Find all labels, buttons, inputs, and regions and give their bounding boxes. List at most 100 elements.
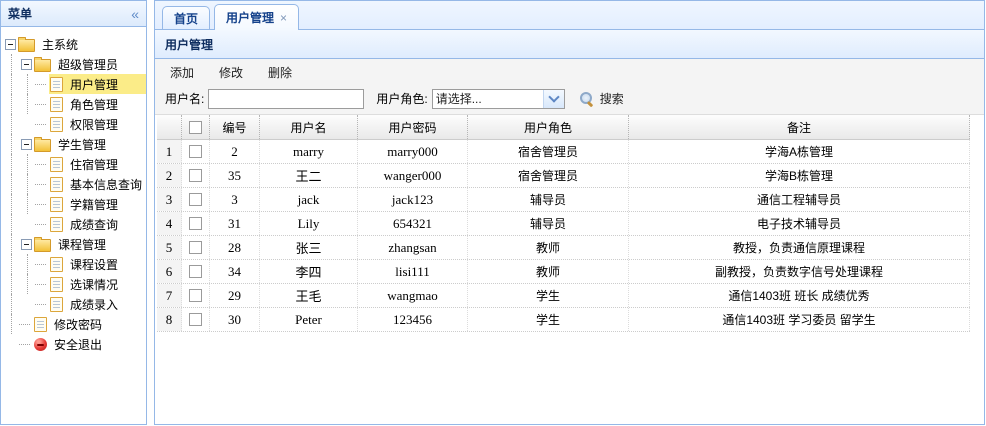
tree-connector [33, 254, 49, 274]
table-row[interactable]: 5 28 张三 zhangsan 教师 教授，负责通信原理课程 [157, 236, 970, 260]
table-row[interactable]: 6 34 李四 lisi111 教师 副教授，负责数字信号处理课程 [157, 260, 970, 284]
sidebar-item[interactable]: 学生管理 [1, 134, 146, 154]
document-icon [34, 316, 47, 332]
username-cell: jack [260, 188, 358, 211]
collapse-panel-icon[interactable]: « [131, 7, 139, 21]
sidebar-item[interactable]: 成绩录入 [1, 294, 146, 314]
select-all-checkbox[interactable] [189, 120, 202, 134]
tree-collapse-icon[interactable] [21, 239, 32, 250]
sidebar-item[interactable]: 安全退出 [1, 334, 146, 354]
column-header-role[interactable]: 用户角色 [468, 115, 629, 139]
tab-close-icon[interactable]: × [280, 12, 287, 24]
remark-cell: 学海A栋管理 [629, 140, 970, 163]
sidebar-item[interactable]: 学籍管理 [1, 194, 146, 214]
sidebar-item[interactable]: 超级管理员 [1, 54, 146, 74]
role-cell: 宿舍管理员 [468, 140, 629, 163]
sidebar-item[interactable]: 基本信息查询 [1, 174, 146, 194]
row-checkbox[interactable] [189, 313, 202, 326]
sidebar-item-label: 安全退出 [54, 337, 103, 352]
row-checkbox[interactable] [189, 145, 202, 158]
sidebar-item-selected[interactable]: 用户管理 [1, 74, 146, 94]
sidebar-item[interactable]: 权限管理 [1, 114, 146, 134]
row-checkbox[interactable] [189, 265, 202, 278]
tree-indent [1, 294, 17, 314]
document-icon [50, 156, 63, 172]
document-icon [50, 196, 63, 212]
row-checkbox[interactable] [189, 217, 202, 230]
sidebar-item-body: 超级管理员 [33, 54, 146, 74]
main-panel: 首页 用户管理 × 用户管理 添加 修改 删除 用户名: 用户角色: 请选择..… [154, 0, 985, 425]
rownum-cell: 2 [157, 164, 182, 187]
row-checkbox[interactable] [189, 289, 202, 302]
chevron-down-icon[interactable] [542, 89, 564, 108]
row-checkbox[interactable] [189, 193, 202, 206]
tree-collapse-icon[interactable] [5, 39, 16, 50]
tree-connector [33, 194, 49, 214]
password-cell: lisi111 [358, 260, 468, 283]
sidebar-item-body: 学生管理 [33, 134, 146, 154]
remark-cell: 电子技术辅导员 [629, 212, 970, 235]
search-bar: 用户名: 用户角色: 搜索 [155, 85, 984, 114]
role-cell: 学生 [468, 308, 629, 331]
column-header-username[interactable]: 用户名 [260, 115, 358, 139]
sidebar-item[interactable]: 修改密码 [1, 314, 146, 334]
role-cell: 教师 [468, 236, 629, 259]
password-cell: wangmao [358, 284, 468, 307]
sidebar-item[interactable]: 课程管理 [1, 234, 146, 254]
row-checkbox[interactable] [189, 241, 202, 254]
table-row[interactable]: 7 29 王毛 wangmao 学生 通信1403班 班长 成绩优秀 [157, 284, 970, 308]
remark-cell: 教授，负责通信原理课程 [629, 236, 970, 259]
checkbox-cell [182, 164, 210, 187]
checkbox-cell [182, 188, 210, 211]
tree-connector [33, 294, 49, 314]
table-row[interactable]: 1 2 marry marry000 宿舍管理员 学海A栋管理 [157, 140, 970, 164]
column-header-remark[interactable]: 备注 [629, 115, 970, 139]
column-header-password[interactable]: 用户密码 [358, 115, 468, 139]
search-button[interactable]: 搜索 [579, 90, 624, 107]
table-row[interactable]: 3 3 jack jack123 辅导员 通信工程辅导员 [157, 188, 970, 212]
username-input[interactable] [208, 88, 365, 109]
sidebar-item-label: 选课情况 [70, 277, 119, 292]
tab-user-management[interactable]: 用户管理 × [214, 4, 300, 30]
role-combobox[interactable] [431, 88, 565, 109]
sidebar-item[interactable]: 课程设置 [1, 254, 146, 274]
rownum-cell: 3 [157, 188, 182, 211]
add-button[interactable]: 添加 [167, 62, 197, 83]
username-cell: Peter [260, 308, 358, 331]
sidebar-item[interactable]: 选课情况 [1, 274, 146, 294]
tree-connector [17, 334, 33, 354]
tree-collapse-icon[interactable] [21, 59, 32, 70]
tab-home[interactable]: 首页 [162, 6, 211, 29]
tree-indent [1, 54, 17, 74]
column-header-id[interactable]: 编号 [210, 115, 260, 139]
edit-button[interactable]: 修改 [216, 62, 246, 83]
document-icon [50, 276, 63, 292]
sidebar-item-label: 课程设置 [70, 257, 119, 272]
sidebar-item-body: 安全退出 [33, 334, 146, 354]
tree-indent [1, 254, 17, 274]
row-checkbox[interactable] [189, 169, 202, 182]
sidebar-item[interactable]: 住宿管理 [1, 154, 146, 174]
user-table: 编号 用户名 用户密码 用户角色 备注 1 2 marry marry000 宿舍管理员… [157, 115, 970, 332]
sidebar-item[interactable]: 角色管理 [1, 94, 146, 114]
role-combobox-value[interactable] [432, 89, 543, 108]
username-cell: 张三 [260, 236, 358, 259]
tree-collapse-icon[interactable] [21, 139, 32, 150]
sidebar-item-label: 学籍管理 [70, 197, 119, 212]
tree-connector [17, 314, 33, 334]
checkbox-cell [182, 140, 210, 163]
sidebar-item[interactable]: 成绩查询 [1, 214, 146, 234]
search-button-label: 搜索 [599, 92, 624, 106]
tree-connector [33, 94, 49, 114]
id-cell: 34 [210, 260, 260, 283]
sidebar-title: 菜单 [8, 7, 33, 21]
delete-button[interactable]: 删除 [265, 62, 295, 83]
sidebar-item[interactable]: 主系统 [1, 34, 146, 54]
table-row[interactable]: 2 35 王二 wanger000 宿舍管理员 学海B栋管理 [157, 164, 970, 188]
table-row[interactable]: 4 31 Lily 654321 辅导员 电子技术辅导员 [157, 212, 970, 236]
sidebar-item-body: 课程设置 [49, 254, 146, 274]
table-row[interactable]: 8 30 Peter 123456 学生 通信1403班 学习委员 留学生 [157, 308, 970, 332]
